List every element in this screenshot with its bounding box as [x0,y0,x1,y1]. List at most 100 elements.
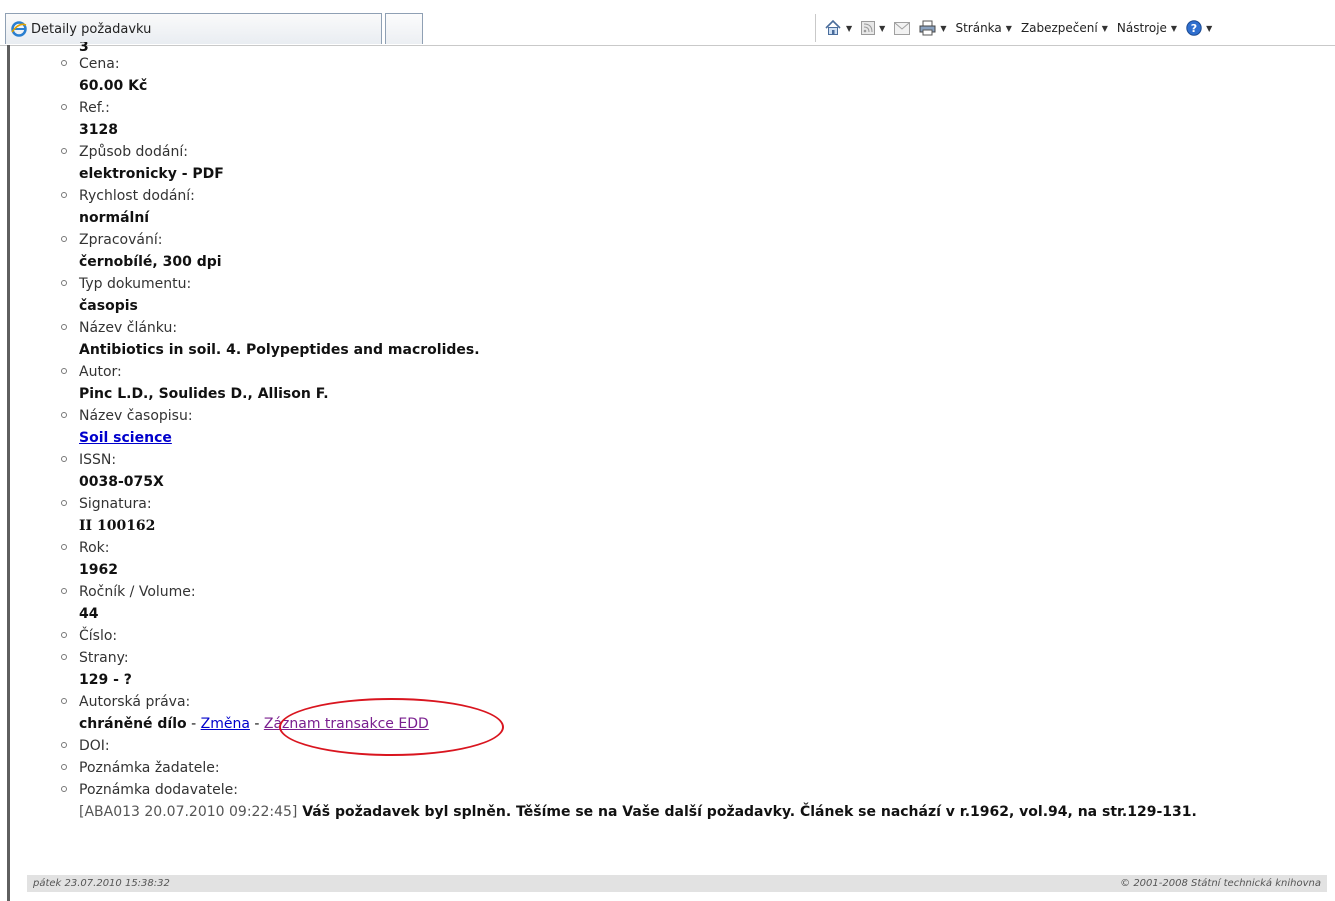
feed-icon [861,21,876,35]
bullet-icon [61,544,67,550]
field-value: normální [79,210,150,226]
field-rok: Rok: 1962 [60,537,1320,581]
field-label: Ročník / Volume: [79,584,196,600]
field-label: Strany: [79,650,129,666]
svg-text:?: ? [1191,22,1197,35]
feeds-button[interactable]: ▼ [861,21,885,35]
bullet-icon [61,654,67,660]
separator: - [186,716,201,732]
bullet-icon [61,786,67,792]
help-icon: ? [1186,20,1202,36]
field-label: Autor: [79,364,122,380]
security-menu[interactable]: Zabezpečení ▼ [1021,21,1108,35]
field-label: Signatura: [79,496,152,512]
bullet-icon [61,764,67,770]
bullet-icon [61,192,67,198]
field-value: 60.00 Kč [79,78,148,94]
frame-border [7,45,10,901]
bullet-icon [61,588,67,594]
field-label: Číslo: [79,628,118,644]
tab-detaily-pozadavku[interactable]: Detaily požadavku [5,13,382,44]
field-label: Poznámka dodavatele: [79,782,238,798]
edd-transaction-link[interactable]: Záznam transakce EDD [264,716,429,732]
field-rychlost-dodani: Rychlost dodání: normální [60,185,1320,229]
bullet-icon [61,148,67,154]
note-timestamp: [ABA013 20.07.2010 09:22:45] [79,804,298,820]
help-button[interactable]: ? ▼ [1186,20,1212,36]
field-value: Pinc L.D., Soulides D., Allison F. [79,386,329,402]
field-label: Zpracování: [79,232,163,248]
field-label: Rok: [79,540,110,556]
chevron-down-icon: ▼ [1005,23,1012,33]
field-ref: Ref.: 3128 [60,97,1320,141]
field-cislo: Číslo: [60,625,1320,647]
field-value: 44 [79,606,99,622]
field-value: časopis [79,298,138,314]
change-link[interactable]: Změna [201,716,250,732]
chevron-down-icon: ▼ [1101,23,1108,33]
bullet-icon [61,632,67,638]
tools-menu[interactable]: Nástroje ▼ [1117,21,1177,35]
field-label: DOI: [79,738,110,754]
page-menu-label: Stránka [955,21,1002,35]
bullet-icon [61,104,67,110]
previous-value: 3 [79,42,89,53]
bullet-icon [61,368,67,374]
print-button[interactable]: ▼ [919,20,946,36]
field-value: chráněné dílo [79,716,187,732]
field-value: elektronicky - PDF [79,166,224,182]
bullet-icon [61,236,67,242]
field-label: Ref.: [79,100,110,116]
field-doi: DOI: [60,735,1320,757]
field-zpusob-dodani: Způsob dodání: elektronicky - PDF [60,141,1320,185]
field-label: ISSN: [79,452,117,468]
bullet-icon [61,280,67,286]
field-label: Způsob dodání: [79,144,188,160]
chevron-down-icon: ▼ [940,23,947,33]
field-typ-dokumentu: Typ dokumentu: časopis [60,273,1320,317]
command-bar: ▼ ▼ ▼ Stránka ▼ Zabezpečení ▼ Nástroje ▼… [815,14,1221,42]
chevron-down-icon: ▼ [879,23,886,33]
field-label: Cena: [79,56,120,72]
field-autorska-prava: Autorská práva: chráněné dílo - Změna - … [60,691,1320,735]
security-menu-label: Zabezpečení [1020,21,1098,35]
field-value: 0038-075X [79,474,164,490]
mail-icon [894,21,911,35]
chevron-down-icon: ▼ [846,23,853,33]
field-label: Název článku: [79,320,178,336]
chevron-down-icon: ▼ [1170,23,1178,33]
field-issn: ISSN: 0038-075X [60,449,1320,493]
bullet-icon [61,698,67,704]
field-value: černobílé, 300 dpi [79,254,222,270]
field-nazev-clanku: Název článku: Antibiotics in soil. 4. Po… [60,317,1320,361]
bullet-icon [61,742,67,748]
tools-menu-label: Nástroje [1116,21,1167,35]
new-tab-button[interactable] [385,13,423,44]
field-zpracovani: Zpracování: černobílé, 300 dpi [60,229,1320,273]
page-menu[interactable]: Stránka ▼ [955,21,1011,35]
field-poznamka-dodavatele: Poznámka dodavatele: [ABA013 20.07.2010 … [60,779,1320,823]
journal-link[interactable]: Soil science [79,430,172,446]
bullet-icon [61,412,67,418]
field-signatura: Signatura: II 100162 [60,493,1320,537]
footer-date: pátek 23.07.2010 15:38:32 [33,878,170,889]
bullet-icon [61,60,67,66]
chevron-down-icon: ▼ [1206,23,1213,33]
bullet-icon [61,324,67,330]
field-label: Autorská práva: [79,694,191,710]
field-strany: Strany: 129 - ? [60,647,1320,691]
status-footer: pátek 23.07.2010 15:38:32 © 2001-2008 St… [27,875,1327,892]
field-label: Název časopisu: [79,408,193,424]
supplier-note: Váš požadavek byl splněn. Těšíme se na V… [302,804,1197,820]
home-button[interactable]: ▼ [824,19,852,37]
field-cena: Cena: 60.00 Kč [60,53,1320,97]
home-icon [825,19,841,35]
bullet-icon [61,500,67,506]
field-value: II 100162 [79,518,156,534]
separator: - [249,716,264,732]
field-poznamka-zadatele: Poznámka žadatele: [60,757,1320,779]
field-value: 3128 [79,122,118,138]
request-detail: 3 Cena: 60.00 Kč Ref.: 3128 Způsob dodán… [60,42,1320,823]
field-value: 1962 [79,562,118,578]
mail-button[interactable] [894,21,911,35]
